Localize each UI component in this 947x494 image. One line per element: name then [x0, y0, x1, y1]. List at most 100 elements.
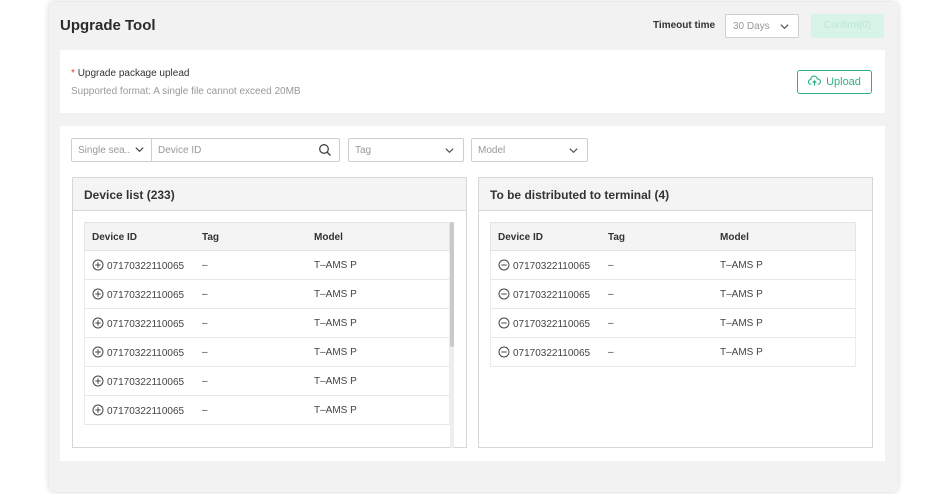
- chevron-down-icon: [444, 145, 455, 156]
- tag-cell: –: [608, 260, 614, 271]
- upload-format-hint: Supported format: A single file cannot e…: [71, 86, 301, 97]
- chevron-down-icon: [134, 144, 145, 155]
- model-cell: T–AMS P: [720, 260, 763, 271]
- column-header-tag: Tag: [608, 232, 626, 243]
- table-header: Device ID Tag Model: [490, 222, 856, 251]
- device-id-cell: 07170322110065: [498, 346, 590, 361]
- minus-circle-icon[interactable]: [498, 259, 510, 274]
- table-row: 07170322110065 – T–AMS P: [84, 280, 450, 309]
- device-id-text: 07170322110065: [107, 377, 185, 388]
- chevron-down-icon: [568, 145, 579, 156]
- tag-cell: –: [202, 289, 208, 300]
- chevron-down-icon: [779, 21, 790, 32]
- device-id-cell: 07170322110065: [92, 404, 184, 419]
- tag-filter-select[interactable]: Tag: [348, 138, 464, 162]
- column-header-device-id: Device ID: [498, 232, 544, 243]
- model-cell: T–AMS P: [314, 289, 357, 300]
- device-id-text: 07170322110065: [513, 319, 591, 330]
- upload-button-label: Upload: [826, 76, 861, 88]
- timeout-select[interactable]: 30 Days: [725, 14, 799, 38]
- upload-button[interactable]: Upload: [797, 70, 872, 94]
- search-mode-value: Single sea..: [78, 145, 131, 156]
- device-id-search-input[interactable]: [158, 140, 308, 160]
- table-row: 07170322110065 – T–AMS P: [84, 367, 450, 396]
- table-row: 07170322110065 – T–AMS P: [490, 251, 856, 280]
- device-id-text: 07170322110065: [107, 319, 185, 330]
- tag-cell: –: [202, 260, 208, 271]
- required-mark: *: [71, 68, 75, 79]
- minus-circle-icon[interactable]: [498, 288, 510, 303]
- model-filter-placeholder: Model: [478, 145, 506, 156]
- table-row: 07170322110065 – T–AMS P: [490, 338, 856, 367]
- device-id-text: 07170322110065: [513, 290, 591, 301]
- tag-cell: –: [202, 376, 208, 387]
- page-title: Upgrade Tool: [60, 17, 156, 34]
- model-cell: T–AMS P: [314, 260, 357, 271]
- column-header-model: Model: [720, 232, 749, 243]
- device-list-scrollbar[interactable]: [450, 222, 454, 448]
- column-header-tag: Tag: [202, 232, 220, 243]
- upload-package-label: * Upgrade package uplead: [71, 68, 189, 79]
- device-id-cell: 07170322110065: [498, 317, 590, 332]
- timeout-label: Timeout time: [653, 20, 716, 31]
- model-cell: T–AMS P: [720, 347, 763, 358]
- device-id-text: 07170322110065: [513, 348, 591, 359]
- device-id-cell: 07170322110065: [498, 259, 590, 274]
- device-id-cell: 07170322110065: [92, 288, 184, 303]
- column-header-model: Model: [314, 232, 343, 243]
- device-list-panel: Device list (233) Device ID Tag Model 07…: [72, 177, 467, 448]
- model-cell: T–AMS P: [314, 347, 357, 358]
- tag-cell: –: [202, 318, 208, 329]
- tag-cell: –: [608, 289, 614, 300]
- device-id-cell: 07170322110065: [92, 375, 184, 390]
- minus-circle-icon[interactable]: [498, 317, 510, 332]
- plus-circle-icon[interactable]: [92, 317, 104, 332]
- upload-section: * Upgrade package uplead Supported forma…: [60, 50, 885, 113]
- search-icon[interactable]: [318, 143, 332, 157]
- tag-cell: –: [608, 347, 614, 358]
- device-id-text: 07170322110065: [513, 261, 591, 272]
- table-row: 07170322110065 – T–AMS P: [84, 251, 450, 280]
- device-list-table: Device ID Tag Model 07170322110065 – T–A…: [84, 222, 450, 425]
- device-id-text: 07170322110065: [107, 406, 185, 417]
- plus-circle-icon[interactable]: [92, 346, 104, 361]
- device-id-cell: 07170322110065: [92, 317, 184, 332]
- table-row: 07170322110065 – T–AMS P: [84, 309, 450, 338]
- plus-circle-icon[interactable]: [92, 404, 104, 419]
- model-cell: T–AMS P: [314, 318, 357, 329]
- tag-cell: –: [202, 405, 208, 416]
- cloud-upload-icon: [807, 74, 822, 90]
- scrollbar-thumb[interactable]: [450, 222, 454, 347]
- tag-cell: –: [202, 347, 208, 358]
- model-filter-select[interactable]: Model: [471, 138, 588, 162]
- model-cell: T–AMS P: [314, 376, 357, 387]
- model-cell: T–AMS P: [720, 318, 763, 329]
- distribute-list-title: To be distributed to terminal (4): [479, 178, 872, 211]
- table-header: Device ID Tag Model: [84, 222, 450, 251]
- device-id-text: 07170322110065: [107, 348, 185, 359]
- minus-circle-icon[interactable]: [498, 346, 510, 361]
- distribute-list-panel: To be distributed to terminal (4) Device…: [478, 177, 873, 448]
- distribute-list-table: Device ID Tag Model 07170322110065 – T–A…: [490, 222, 856, 367]
- table-row: 07170322110065 – T–AMS P: [84, 396, 450, 425]
- device-id-text: 07170322110065: [107, 290, 185, 301]
- model-cell: T–AMS P: [314, 405, 357, 416]
- upgrade-tool-window: Upgrade Tool Timeout time 30 Days Confir…: [49, 2, 898, 492]
- device-selection-panel: Single sea.. Tag Model Device lis: [60, 126, 885, 461]
- table-row: 07170322110065 – T–AMS P: [490, 309, 856, 338]
- tag-filter-placeholder: Tag: [355, 145, 372, 156]
- plus-circle-icon[interactable]: [92, 375, 104, 390]
- plus-circle-icon[interactable]: [92, 288, 104, 303]
- column-header-device-id: Device ID: [92, 232, 138, 243]
- table-row: 07170322110065 – T–AMS P: [84, 338, 450, 367]
- device-id-text: 07170322110065: [107, 261, 185, 272]
- model-cell: T–AMS P: [720, 289, 763, 300]
- table-row: 07170322110065 – T–AMS P: [490, 280, 856, 309]
- confirm-button[interactable]: Confirm(0): [811, 14, 884, 38]
- search-bar: Single sea..: [71, 138, 340, 162]
- device-id-cell: 07170322110065: [92, 346, 184, 361]
- timeout-value: 30 Days: [733, 21, 770, 32]
- search-mode-select[interactable]: Single sea..: [72, 139, 152, 161]
- plus-circle-icon[interactable]: [92, 259, 104, 274]
- device-list-title: Device list (233): [73, 178, 466, 211]
